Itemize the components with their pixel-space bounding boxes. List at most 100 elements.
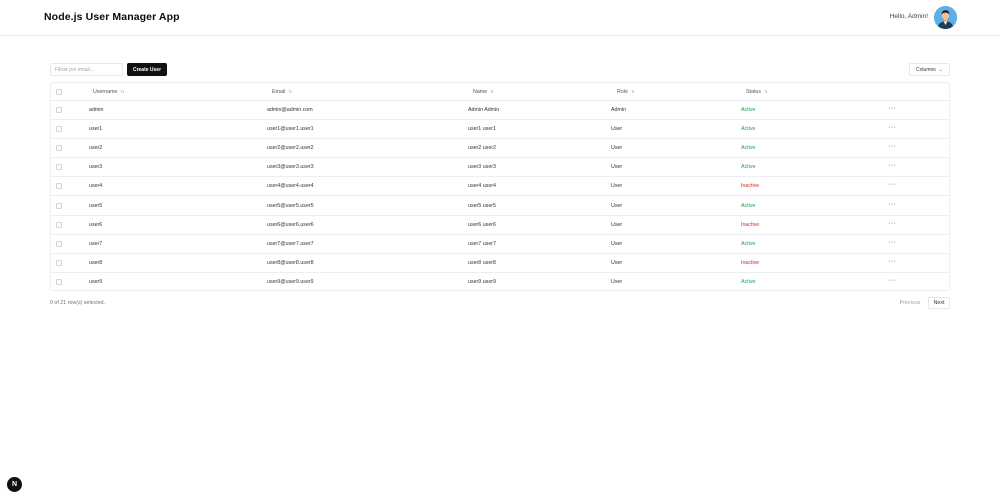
chevron-down-icon: ⌄ bbox=[938, 66, 943, 73]
row-actions-icon[interactable]: ··· bbox=[888, 143, 897, 150]
row-actions-icon[interactable]: ··· bbox=[888, 277, 897, 284]
select-all-checkbox[interactable] bbox=[56, 89, 62, 95]
sort-username-button[interactable]: Username ↑↓ bbox=[93, 89, 124, 95]
cell-role: User bbox=[611, 278, 623, 285]
sort-arrows-icon: ↑↓ bbox=[288, 89, 292, 95]
columns-label: Columns bbox=[916, 66, 936, 73]
header-status: Status bbox=[746, 89, 762, 95]
row-select-checkbox[interactable] bbox=[56, 183, 62, 190]
row-select-checkbox[interactable] bbox=[56, 164, 62, 171]
row-actions-icon[interactable]: ··· bbox=[888, 162, 897, 169]
table-row[interactable]: user4 user4@user4.user4 user4 user4 User Ina… bbox=[51, 177, 949, 197]
table-row[interactable]: user6 user6@user6.user6 user6 user6 User Ina… bbox=[51, 216, 949, 235]
cell-email: user9@user9.user9 bbox=[267, 278, 314, 285]
row-select-checkbox[interactable] bbox=[56, 145, 62, 152]
row-select-checkbox[interactable] bbox=[56, 126, 62, 133]
previous-page-button[interactable]: Previous bbox=[896, 297, 924, 309]
cell-role: User bbox=[611, 164, 623, 171]
row-select-checkbox[interactable] bbox=[56, 259, 62, 266]
row-actions-icon[interactable]: ··· bbox=[888, 181, 897, 188]
users-table: Username ↑↓ Email ↑↓ Name ↑↓ Role ↑↓ Sta… bbox=[50, 82, 950, 291]
cell-username: user7 bbox=[89, 240, 103, 247]
cell-username: user4 bbox=[89, 183, 103, 190]
cell-username: user6 bbox=[89, 221, 103, 228]
cell-username: user3 bbox=[89, 164, 103, 171]
cell-role: User bbox=[611, 221, 623, 228]
cell-name: user6 user6 bbox=[468, 221, 496, 228]
status-badge: Active bbox=[741, 164, 756, 171]
cell-name: user8 user8 bbox=[468, 259, 496, 266]
cell-role: User bbox=[611, 145, 623, 152]
row-select-checkbox[interactable] bbox=[56, 202, 62, 209]
table-row[interactable]: user2 user2@user2.user2 user2 user2 User Act… bbox=[51, 139, 949, 159]
sort-name-button[interactable]: Name ↑↓ bbox=[473, 89, 494, 95]
cell-name: user4 user4 bbox=[468, 183, 496, 190]
table-row[interactable]: user5 user5@user5.user5 user5 user5 User Act… bbox=[51, 197, 949, 216]
status-badge: Active bbox=[741, 202, 756, 209]
row-actions-icon[interactable]: ··· bbox=[888, 105, 897, 112]
cell-role: User bbox=[611, 126, 623, 133]
cell-name: user3 user3 bbox=[468, 164, 496, 171]
header-name: Name bbox=[473, 89, 488, 95]
row-select-checkbox[interactable] bbox=[56, 107, 62, 113]
sort-email-button[interactable]: Email ↑↓ bbox=[272, 89, 292, 95]
table-row[interactable]: user1 user1@user1.user1 user1 user1 User Act… bbox=[51, 120, 949, 140]
row-actions-icon[interactable]: ··· bbox=[888, 258, 897, 265]
cell-email: user4@user4.user4 bbox=[267, 183, 314, 190]
status-badge: Active bbox=[741, 240, 756, 247]
row-actions-icon[interactable]: ··· bbox=[888, 220, 897, 227]
row-actions-icon[interactable]: ··· bbox=[888, 201, 897, 208]
app-title: Node.js User Manager App bbox=[44, 11, 180, 23]
cell-role: User bbox=[611, 202, 623, 209]
row-actions-icon[interactable]: ··· bbox=[888, 239, 897, 246]
columns-button[interactable]: Columns ⌄ bbox=[909, 63, 950, 76]
cell-name: user5 user5 bbox=[468, 202, 496, 209]
table-row[interactable]: admin admin@admin.com Admin Admin Admin Acti… bbox=[51, 101, 949, 120]
row-select-checkbox[interactable] bbox=[56, 240, 62, 247]
selection-count: 0 of 21 row(s) selected. bbox=[50, 300, 106, 306]
cell-name: user2 user2 bbox=[468, 145, 496, 152]
status-badge: Inactive bbox=[741, 183, 760, 190]
row-actions-icon[interactable]: ··· bbox=[888, 124, 897, 131]
cell-role: User bbox=[611, 259, 623, 266]
cell-email: user7@user7.user7 bbox=[267, 240, 314, 247]
table-row[interactable]: user8 user8@user8.user8 user8 user8 User Ina… bbox=[51, 254, 949, 273]
cell-username: admin bbox=[89, 107, 104, 113]
header-username: Username bbox=[93, 89, 118, 95]
sort-status-button[interactable]: Status ↑↓ bbox=[746, 89, 768, 95]
next-page-button[interactable]: Next bbox=[928, 297, 950, 309]
email-filter-input[interactable] bbox=[50, 63, 123, 76]
app-header: Node.js User Manager App Hello, Admin! bbox=[0, 0, 1000, 36]
status-badge: Active bbox=[741, 145, 756, 152]
user-avatar-icon[interactable] bbox=[934, 6, 957, 29]
status-badge: Active bbox=[741, 278, 756, 285]
cell-username: user5 bbox=[89, 202, 103, 209]
row-select-checkbox[interactable] bbox=[56, 278, 62, 285]
sort-role-button[interactable]: Role ↑↓ bbox=[617, 89, 635, 95]
status-badge: Inactive bbox=[741, 259, 760, 266]
table-row[interactable]: user3 user3@user3.user3 user3 user3 User Act… bbox=[51, 158, 949, 178]
cell-email: user6@user6.user6 bbox=[267, 221, 314, 228]
status-badge: Active bbox=[741, 107, 756, 113]
table-row[interactable]: user7 user7@user7.user7 user7 user7 User Act… bbox=[51, 235, 949, 254]
status-badge: Active bbox=[741, 126, 756, 133]
cell-username: user2 bbox=[89, 145, 103, 152]
user-greeting: Hello, Admin! bbox=[889, 13, 928, 20]
cell-role: User bbox=[611, 183, 623, 190]
cell-email: user3@user3.user3 bbox=[267, 164, 314, 171]
cell-name: user7 user7 bbox=[468, 240, 496, 247]
table-row[interactable]: user9 user9@user9.user9 user9 user9 User Act… bbox=[51, 273, 949, 290]
cell-role: User bbox=[611, 240, 623, 247]
nextjs-badge-icon[interactable]: N bbox=[7, 477, 22, 492]
sort-arrows-icon: ↑↓ bbox=[764, 89, 768, 95]
table-header: Username ↑↓ Email ↑↓ Name ↑↓ Role ↑↓ Sta… bbox=[51, 83, 949, 101]
create-user-button[interactable]: Create User bbox=[127, 63, 167, 76]
cell-email: user2@user2.user2 bbox=[267, 145, 314, 152]
header-role: Role bbox=[617, 89, 628, 95]
sort-arrows-icon: ↑↓ bbox=[120, 89, 124, 95]
sort-arrows-icon: ↑↓ bbox=[630, 89, 635, 95]
cell-username: user9 bbox=[89, 278, 103, 285]
cell-email: user1@user1.user1 bbox=[267, 126, 314, 133]
cell-name: Admin Admin bbox=[468, 107, 500, 113]
row-select-checkbox[interactable] bbox=[56, 221, 62, 228]
